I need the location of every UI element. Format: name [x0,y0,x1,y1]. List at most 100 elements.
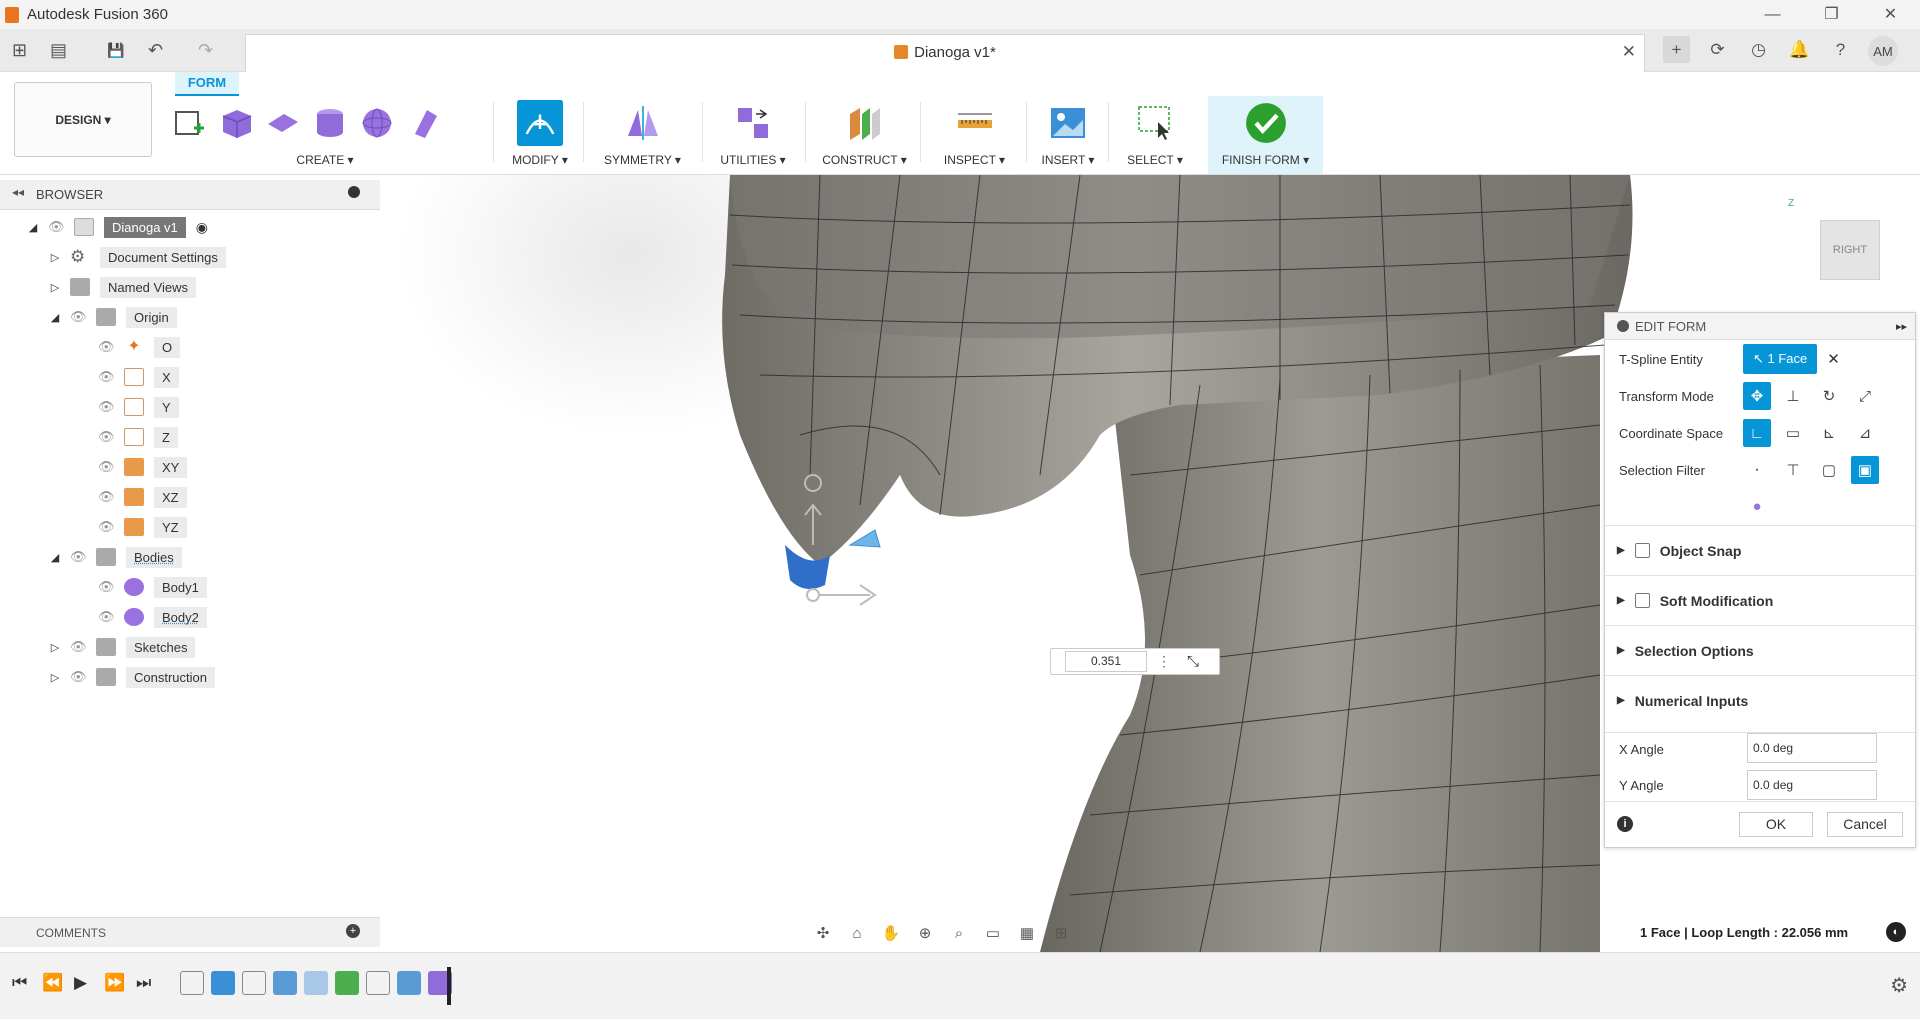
zoom-icon[interactable]: ⊕ [912,920,938,946]
close-window-button[interactable]: ✕ [1861,0,1920,29]
tree-root[interactable]: ◢ 👁 Dianoga v1 ◉ [26,215,208,239]
object-snap-section[interactable]: ▶ Object Snap [1605,525,1915,575]
visibility-eye-icon[interactable]: 👁 [98,580,116,593]
construct-menu[interactable]: CONSTRUCT ▾ [812,153,917,167]
finish-form-menu[interactable]: FINISH FORM ▾ [1208,153,1323,167]
object-snap-checkbox[interactable] [1634,543,1650,558]
user-avatar[interactable]: AM [1868,36,1898,66]
visibility-eye-icon[interactable]: 👁 [70,640,88,653]
tree-item-body1[interactable]: 👁 Body1 [98,575,207,599]
per-entity-icon[interactable]: ⊿ [1851,419,1879,447]
visibility-eye-icon[interactable]: 👁 [98,610,116,623]
undo-icon[interactable]: ↶ [148,29,163,72]
scale-icon[interactable]: ⤢ [1851,382,1879,410]
move-mode-icon[interactable]: ⤡ [1187,653,1199,670]
create-form-sketch-icon[interactable] [170,104,208,142]
visibility-eye-icon[interactable]: 👁 [70,550,88,563]
tree-item-body2[interactable]: 👁 Body2 [98,605,207,629]
add-comment-icon[interactable]: + [346,924,360,938]
go-to-start-icon[interactable]: ⏮ [12,973,27,993]
visibility-eye-icon[interactable]: 👁 [98,520,116,533]
visibility-eye-icon[interactable]: 👁 [98,340,116,353]
edit-form-icon[interactable] [517,100,563,146]
visibility-eye-icon[interactable]: 👁 [98,490,116,503]
status-feedback-icon[interactable]: ◐ [1886,922,1906,942]
expand-dialog-icon[interactable]: ▸▸ [1896,320,1907,333]
insert-image-icon[interactable] [1049,104,1087,142]
info-icon[interactable]: i [1617,816,1633,832]
face-filter-icon[interactable]: ▢ [1815,456,1843,484]
modify-menu[interactable]: MODIFY ▾ [500,153,580,167]
minimize-button[interactable]: — [1743,0,1802,29]
expand-icon[interactable]: ▷ [48,281,62,294]
tree-item-z-axis[interactable]: 👁 Z [98,425,178,449]
step-forward-icon[interactable]: ⏩ [104,973,125,993]
cylinder-icon[interactable] [311,104,349,142]
restore-button[interactable]: ❐ [1802,0,1861,29]
extensions-icon[interactable]: ⟳ [1704,36,1731,63]
tree-item-yz-plane[interactable]: 👁 YZ [98,515,187,539]
symmetry-menu[interactable]: SYMMETRY ▾ [590,153,695,167]
expand-icon[interactable]: ▷ [48,671,62,684]
expand-icon[interactable]: ▷ [48,641,62,654]
visibility-eye-icon[interactable]: 👁 [70,310,88,323]
timeline-sketch-icon[interactable] [180,971,204,995]
more-options-icon[interactable]: ⋮ [1157,653,1171,670]
multi-transform-icon[interactable]: ✥ [1743,382,1771,410]
close-tab-icon[interactable]: ✕ [1622,42,1636,62]
plane-icon[interactable] [264,104,302,142]
box-icon[interactable] [217,104,255,142]
visibility-eye-icon[interactable]: 👁 [98,430,116,443]
timeline-loft-icon[interactable] [304,971,328,995]
visibility-eye-icon[interactable]: 👁 [70,670,88,683]
tree-item-construction[interactable]: ▷ 👁 Construction [48,665,215,689]
quadball-icon[interactable] [405,104,443,142]
collapse-icon[interactable]: ◢ [48,311,62,324]
play-icon[interactable]: ▶ [74,973,87,993]
look-at-icon[interactable]: ⌂ [844,920,870,946]
local-space-icon[interactable]: ⊾ [1815,419,1843,447]
visibility-eye-icon[interactable]: 👁 [98,370,116,383]
ok-button[interactable]: OK [1739,812,1813,837]
collapse-browser-icon[interactable]: ◂◂ [12,185,24,199]
workspace-switcher[interactable]: DESIGN ▾ [14,82,152,157]
visibility-eye-icon[interactable]: 👁 [98,400,116,413]
finish-form-checkmark-icon[interactable] [1245,102,1287,144]
orbit-icon[interactable]: ✣ [810,920,836,946]
view-space-icon[interactable]: ▭ [1779,419,1807,447]
utilities-menu[interactable]: UTILITIES ▾ [708,153,798,167]
save-icon[interactable]: 💾 [107,29,124,72]
pan-icon[interactable]: ✋ [878,920,904,946]
sphere-icon[interactable] [358,104,396,142]
edge-filter-icon[interactable]: ⊤ [1779,456,1807,484]
soft-modification-checkbox[interactable] [1634,593,1650,608]
expand-collapse-icon[interactable]: ◢ [26,221,40,234]
tree-item-bodies[interactable]: ◢ 👁 Bodies [48,545,182,569]
viewports-icon[interactable]: ⊞ [1048,920,1074,946]
object-filter-icon[interactable]: ▣ [1851,456,1879,484]
collapse-icon[interactable]: ◢ [48,551,62,564]
tree-item-sketches[interactable]: ▷ 👁 Sketches [48,635,196,659]
tree-item-y-axis[interactable]: 👁 Y [98,395,179,419]
timeline-sketch-icon[interactable] [366,971,390,995]
vertex-filter-icon[interactable]: ⸱ [1743,456,1771,484]
visibility-eye-icon[interactable]: 👁 [98,460,116,473]
offset-plane-icon[interactable] [846,104,884,142]
step-back-icon[interactable]: ⏪ [42,973,63,993]
manipulator-distance-input[interactable]: 0.351 [1065,651,1147,672]
browser-minimize-icon[interactable] [348,186,360,198]
insert-menu[interactable]: INSERT ▾ [1033,153,1103,167]
redo-icon[interactable]: ↷ [198,29,213,72]
clear-selection-icon[interactable]: ✕ [1827,350,1840,368]
selection-chip[interactable]: ↖ 1 Face [1743,344,1818,374]
tree-item-named-views[interactable]: ▷ Named Views [48,275,196,299]
display-settings-icon[interactable]: ▭ [980,920,1006,946]
tree-item-origin[interactable]: ◢ 👁 Origin [48,305,177,329]
activate-component-icon[interactable]: ◉ [196,219,208,236]
window-select-icon[interactable] [1136,104,1174,142]
file-menu-icon[interactable]: ▤ [50,29,67,72]
x-angle-input[interactable]: 0.0 deg [1747,733,1877,763]
expand-icon[interactable]: ▷ [48,251,62,264]
measure-icon[interactable] [956,104,994,142]
document-tab[interactable]: Dianoga v1* ✕ [245,34,1645,72]
